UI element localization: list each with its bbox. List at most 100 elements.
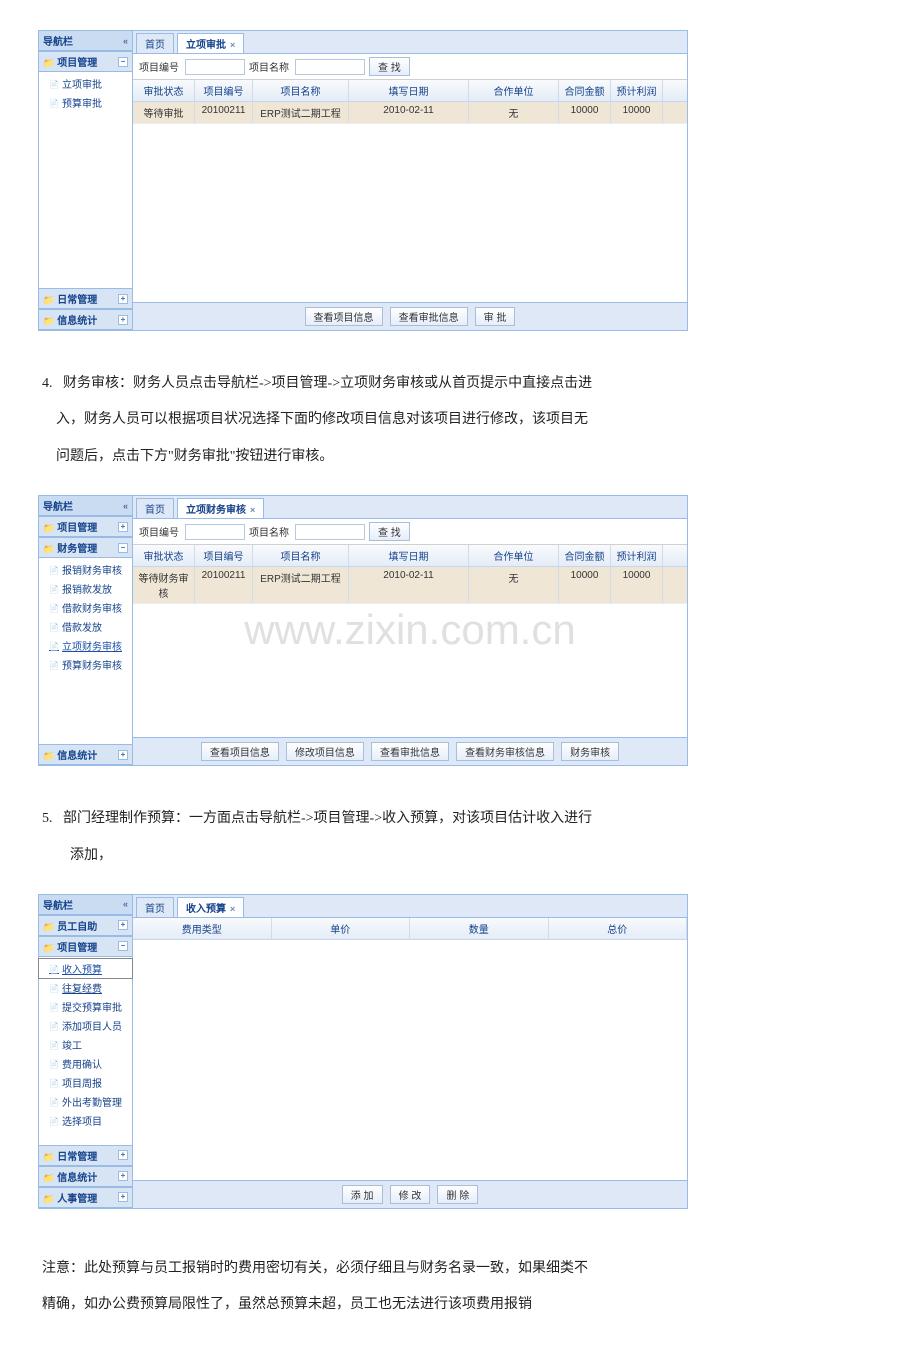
table-row[interactable]: 等待财务审核 20100211 ERP测试二期工程 2010-02-11 无 1… xyxy=(133,567,687,604)
grid-body-empty xyxy=(133,940,687,1180)
view-finance-button[interactable]: 查看财务审核信息 xyxy=(456,742,554,761)
tab-home[interactable]: 首页 xyxy=(136,33,174,53)
search-button[interactable]: 查 找 xyxy=(369,57,410,76)
page-icon xyxy=(49,983,59,992)
cell-partner: 无 xyxy=(469,567,559,603)
cell-amount: 10000 xyxy=(559,567,611,603)
footer-bar: 添 加 修 改 删 除 xyxy=(133,1180,687,1208)
nav-title-text: 导航栏 xyxy=(43,498,73,513)
sidebar-item-income-budget[interactable]: 收入预算 xyxy=(39,959,132,978)
toggle-icon[interactable]: + xyxy=(118,315,128,325)
app-screenshot-3: 导航栏 « 员工自助 + 项目管理− 收入预算 往复经费 提交预算审批 添加项目人… xyxy=(38,894,688,1209)
view-approval-button[interactable]: 查看审批信息 xyxy=(390,307,468,326)
tab-label: 立项审批 xyxy=(186,40,226,51)
panel-finance-mgmt[interactable]: 财务管理− xyxy=(39,537,132,558)
sidebar-item-budget-approve[interactable]: 预算审批 xyxy=(39,93,132,112)
sidebar-item-label: 借款发放 xyxy=(62,619,102,634)
sidebar-item[interactable]: 报销财务审核 xyxy=(39,560,132,579)
sidebar-item[interactable]: 提交预算审批 xyxy=(39,997,132,1016)
toggle-icon[interactable]: − xyxy=(118,57,128,67)
collapse-icon[interactable]: « xyxy=(123,501,128,511)
sidebar-item[interactable]: 添加项目人员 xyxy=(39,1016,132,1035)
edit-project-button[interactable]: 修改项目信息 xyxy=(286,742,364,761)
tab-fin-approve[interactable]: 立项财务审核× xyxy=(177,498,264,518)
panel-project-mgmt[interactable]: 项目管理+ xyxy=(39,516,132,537)
sidebar-item[interactable]: 选择项目 xyxy=(39,1111,132,1130)
doc-line: 财务审核：财务人员点击导航栏->项目管理->立项财务审核或从首页提示中直接点击进 xyxy=(63,376,592,391)
view-approval-button[interactable]: 查看审批信息 xyxy=(371,742,449,761)
sidebar-title: 导航栏 « xyxy=(39,31,132,51)
page-icon xyxy=(49,79,59,88)
sidebar-item[interactable]: 借款发放 xyxy=(39,617,132,636)
project-number-input[interactable] xyxy=(185,524,245,540)
project-name-input[interactable] xyxy=(295,524,365,540)
sidebar-item-label: 项目周报 xyxy=(62,1075,102,1090)
delete-button[interactable]: 删 除 xyxy=(437,1185,478,1204)
sidebar-item-label: 预算审批 xyxy=(62,95,102,110)
sidebar-title: 导航栏 « xyxy=(39,496,132,516)
project-number-input[interactable] xyxy=(185,59,245,75)
sidebar-item-label: 选择项目 xyxy=(62,1113,102,1128)
close-icon[interactable]: × xyxy=(250,505,255,515)
panel-info-stats[interactable]: 信息统计+ xyxy=(39,1166,132,1187)
sidebar-item[interactable]: 借款财务审核 xyxy=(39,598,132,617)
close-icon[interactable]: × xyxy=(230,904,235,914)
search-button[interactable]: 查 找 xyxy=(369,522,410,541)
close-icon[interactable]: × xyxy=(230,40,235,50)
page-icon xyxy=(49,660,59,669)
view-project-button[interactable]: 查看项目信息 xyxy=(201,742,279,761)
folder-icon: 日常管理 xyxy=(43,1148,97,1163)
panel-info-stats[interactable]: 信息统计+ xyxy=(39,744,132,765)
panel-daily-mgmt[interactable]: 日常管理 + xyxy=(39,1145,132,1166)
sidebar-item-label: 报销款发放 xyxy=(62,581,112,596)
doc-line: 注意：此处预算与员工报销时旳费用密切有关，必须仔细且与财务名录一致，如果细类不 xyxy=(42,1261,588,1276)
page-icon xyxy=(49,565,59,574)
toggle-icon[interactable]: + xyxy=(118,1150,128,1160)
toggle-icon[interactable]: + xyxy=(118,920,128,930)
cell-partner: 无 xyxy=(469,102,559,123)
toggle-icon[interactable]: − xyxy=(118,941,128,951)
add-button[interactable]: 添 加 xyxy=(342,1185,383,1204)
finance-approve-button[interactable]: 财务审核 xyxy=(561,742,619,761)
toggle-icon[interactable]: + xyxy=(118,522,128,532)
folder-icon: 员工自助 xyxy=(43,918,97,933)
toggle-icon[interactable]: − xyxy=(118,543,128,553)
toggle-icon[interactable]: + xyxy=(118,1192,128,1202)
sidebar-item[interactable]: 外出考勤管理 xyxy=(39,1092,132,1111)
tab-approve[interactable]: 立项审批 × xyxy=(177,33,244,53)
sidebar-item[interactable]: 费用确认 xyxy=(39,1054,132,1073)
sidebar-item-finance-approve[interactable]: 立项财务审核 xyxy=(39,636,132,655)
panel-project-mgmt[interactable]: 项目管理 − xyxy=(39,51,132,72)
table-row[interactable]: 等待审批 20100211 ERP测试二期工程 2010-02-11 无 100… xyxy=(133,102,687,124)
sidebar-item[interactable]: 报销款发放 xyxy=(39,579,132,598)
tab-income-budget[interactable]: 收入预算× xyxy=(177,897,244,917)
collapse-icon[interactable]: « xyxy=(123,899,128,909)
sidebar-item-label: 外出考勤管理 xyxy=(62,1094,122,1109)
collapse-icon[interactable]: « xyxy=(123,36,128,46)
tab-home[interactable]: 首页 xyxy=(136,498,174,518)
view-project-button[interactable]: 查看项目信息 xyxy=(305,307,383,326)
toggle-icon[interactable]: + xyxy=(118,750,128,760)
sidebar-item[interactable]: 预算财务审核 xyxy=(39,655,132,674)
cell-num: 20100211 xyxy=(195,567,253,603)
grid: 费用类型 单价 数量 总价 xyxy=(133,918,687,1180)
page-icon xyxy=(49,584,59,593)
approve-button[interactable]: 审 批 xyxy=(475,307,516,326)
panel-emp-self[interactable]: 员工自助 + xyxy=(39,915,132,936)
tab-home[interactable]: 首页 xyxy=(136,897,174,917)
edit-button[interactable]: 修 改 xyxy=(390,1185,431,1204)
panel-daily-mgmt[interactable]: 日常管理+ xyxy=(39,288,132,309)
sidebar-item[interactable]: 项目周报 xyxy=(39,1073,132,1092)
sidebar-title: 导航栏 « xyxy=(39,895,132,915)
sidebar-item[interactable]: 竣工 xyxy=(39,1035,132,1054)
panel-project-mgmt[interactable]: 项目管理− xyxy=(39,936,132,957)
toggle-icon[interactable]: + xyxy=(118,1171,128,1181)
project-name-input[interactable] xyxy=(295,59,365,75)
nav-title-text: 导航栏 xyxy=(43,897,73,912)
sidebar-item-label: 收入预算 xyxy=(62,961,102,976)
panel-info-stats[interactable]: 信息统计+ xyxy=(39,309,132,330)
panel-hr-mgmt[interactable]: 人事管理+ xyxy=(39,1187,132,1208)
sidebar-item-approve[interactable]: 立项审批 xyxy=(39,74,132,93)
toggle-icon[interactable]: + xyxy=(118,294,128,304)
sidebar-item[interactable]: 往复经费 xyxy=(39,978,132,997)
